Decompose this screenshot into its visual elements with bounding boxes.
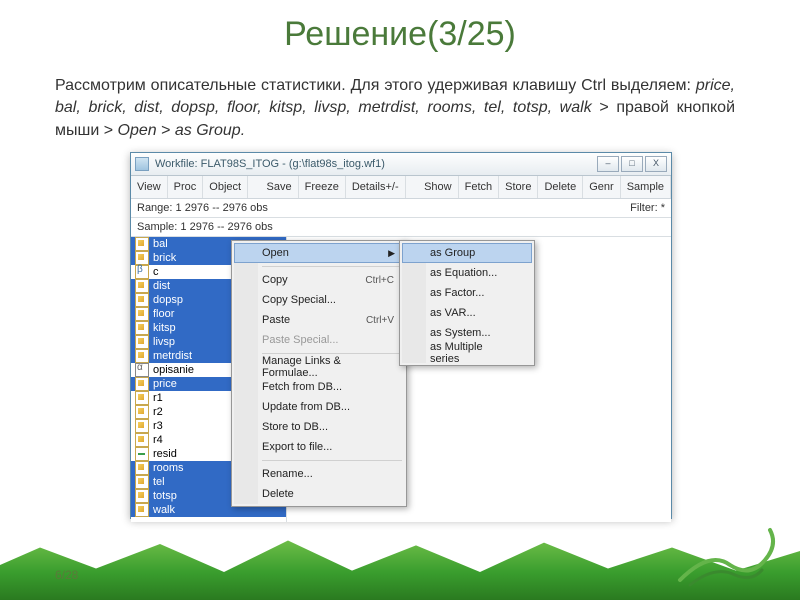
var-icon bbox=[135, 335, 149, 349]
var-label: resid bbox=[153, 448, 177, 460]
toolbar-store[interactable]: Store bbox=[499, 176, 538, 198]
sample-row: Sample: 1 2976 -- 2976 obs bbox=[131, 218, 671, 237]
grass-decoration bbox=[0, 530, 800, 600]
submenu-asmultipleseries[interactable]: as Multiple series bbox=[402, 343, 532, 363]
var-icon bbox=[135, 377, 149, 391]
var-label: r2 bbox=[153, 406, 163, 418]
var-label: brick bbox=[153, 252, 176, 264]
sample-label: Sample: 1 2976 -- 2976 obs bbox=[137, 221, 273, 233]
body-pre: Рассмотрим описательные статистики. Для … bbox=[55, 77, 696, 94]
var-icon bbox=[135, 391, 149, 405]
var-icon bbox=[135, 349, 149, 363]
var-icon bbox=[135, 475, 149, 489]
menu-paste[interactable]: PasteCtrl+V bbox=[234, 310, 404, 330]
submenu-assystem[interactable]: as System... bbox=[402, 323, 532, 343]
slide-title: Решение(3/25) bbox=[0, 15, 800, 54]
menu-exporttofile[interactable]: Export to file... bbox=[234, 437, 404, 457]
var-icon bbox=[135, 447, 149, 461]
body-gt: > bbox=[157, 122, 175, 139]
shortcut-label: Ctrl+C bbox=[365, 275, 394, 286]
var-icon bbox=[135, 419, 149, 433]
filter-label: Filter: * bbox=[630, 202, 665, 214]
var-label: dist bbox=[153, 280, 170, 292]
toolbar-proc[interactable]: Proc bbox=[168, 176, 204, 198]
var-label: price bbox=[153, 378, 177, 390]
toolbar-delete[interactable]: Delete bbox=[538, 176, 583, 198]
slide: Решение(3/25) Рассмотрим описательные ст… bbox=[0, 0, 800, 600]
window-title: Workfile: FLAT98S_ITOG - (g:\flat98s_ito… bbox=[155, 158, 591, 170]
toolbar: ViewProcObject SaveFreezeDetails+/- ShowFe… bbox=[131, 176, 671, 199]
var-label: bal bbox=[153, 238, 168, 250]
var-label: tel bbox=[153, 476, 165, 488]
menu-delete[interactable]: Delete bbox=[234, 484, 404, 504]
menu-pastespecial: Paste Special... bbox=[234, 330, 404, 350]
menu-storetodb[interactable]: Store to DB... bbox=[234, 417, 404, 437]
minimize-button[interactable]: – bbox=[597, 156, 619, 172]
submenu-asequation[interactable]: as Equation... bbox=[402, 263, 532, 283]
app-window: Workfile: FLAT98S_ITOG - (g:\flat98s_ito… bbox=[130, 152, 672, 519]
info-row: Range: 1 2976 -- 2976 obs Filter: * bbox=[131, 199, 671, 218]
var-icon bbox=[135, 265, 149, 279]
window-buttons: – □ X bbox=[597, 156, 667, 172]
close-button[interactable]: X bbox=[645, 156, 667, 172]
var-label: totsp bbox=[153, 490, 177, 502]
open-submenu: as Groupas Equation...as Factor...as VAR… bbox=[399, 240, 535, 366]
submenu-asvar[interactable]: as VAR... bbox=[402, 303, 532, 323]
var-label: metrdist bbox=[153, 350, 192, 362]
var-label: rooms bbox=[153, 462, 184, 474]
toolbar-show[interactable]: Show bbox=[418, 176, 459, 198]
var-label: kitsp bbox=[153, 322, 176, 334]
toolbar-sample[interactable]: Sample bbox=[621, 176, 671, 198]
var-icon bbox=[135, 251, 149, 265]
toolbar-details[interactable]: Details+/- bbox=[346, 176, 406, 198]
var-icon bbox=[135, 461, 149, 475]
var-icon bbox=[135, 321, 149, 335]
menu-copy[interactable]: CopyCtrl+C bbox=[234, 270, 404, 290]
menu-rename[interactable]: Rename... bbox=[234, 464, 404, 484]
menu-copyspecial[interactable]: Copy Special... bbox=[234, 290, 404, 310]
var-icon bbox=[135, 363, 149, 377]
var-icon bbox=[135, 279, 149, 293]
var-icon bbox=[135, 237, 149, 251]
menu-managelinksformulae[interactable]: Manage Links & Formulae... bbox=[234, 357, 404, 377]
menu-open[interactable]: Open▶ bbox=[234, 243, 404, 263]
maximize-button[interactable]: □ bbox=[621, 156, 643, 172]
var-icon bbox=[135, 489, 149, 503]
var-label: r1 bbox=[153, 392, 163, 404]
var-icon bbox=[135, 433, 149, 447]
var-label: r3 bbox=[153, 420, 163, 432]
toolbar-freeze[interactable]: Freeze bbox=[299, 176, 346, 198]
toolbar-fetch[interactable]: Fetch bbox=[459, 176, 500, 198]
slide-footer: 6/28 bbox=[55, 568, 78, 582]
submenu-asgroup[interactable]: as Group bbox=[402, 243, 532, 263]
var-label: dopsp bbox=[153, 294, 183, 306]
menu-fetchfromdb[interactable]: Fetch from DB... bbox=[234, 377, 404, 397]
submenu-asfactor[interactable]: as Factor... bbox=[402, 283, 532, 303]
toolbar-object[interactable]: Object bbox=[203, 176, 248, 198]
var-label: floor bbox=[153, 308, 174, 320]
toolbar-genr[interactable]: Genr bbox=[583, 176, 620, 198]
var-label: c bbox=[153, 266, 159, 278]
toolbar-save[interactable]: Save bbox=[261, 176, 299, 198]
var-label: walk bbox=[153, 504, 175, 516]
menu-updatefromdb[interactable]: Update from DB... bbox=[234, 397, 404, 417]
app-icon bbox=[135, 157, 149, 171]
var-icon bbox=[135, 307, 149, 321]
var-label: r4 bbox=[153, 434, 163, 446]
titlebar[interactable]: Workfile: FLAT98S_ITOG - (g:\flat98s_ito… bbox=[131, 153, 671, 176]
workarea: bal brick c dist dopsp floor kitsp livsp metrdis… bbox=[131, 237, 671, 522]
toolbar-view[interactable]: View bbox=[131, 176, 168, 198]
submenu-arrow-icon: ▶ bbox=[388, 248, 395, 259]
var-label: opisanie bbox=[153, 364, 194, 376]
range-label: Range: 1 2976 -- 2976 obs bbox=[137, 202, 268, 214]
var-icon bbox=[135, 293, 149, 307]
var-icon bbox=[135, 405, 149, 419]
context-menu: Open▶ CopyCtrl+CCopy Special...PasteCtrl+… bbox=[231, 240, 407, 507]
var-icon bbox=[135, 503, 149, 517]
body-open: Open bbox=[118, 122, 157, 139]
shortcut-label: Ctrl+V bbox=[366, 315, 394, 326]
var-label: livsp bbox=[153, 336, 175, 348]
body-group: as Group. bbox=[175, 122, 245, 139]
slide-body: Рассмотрим описательные статистики. Для … bbox=[55, 75, 735, 142]
